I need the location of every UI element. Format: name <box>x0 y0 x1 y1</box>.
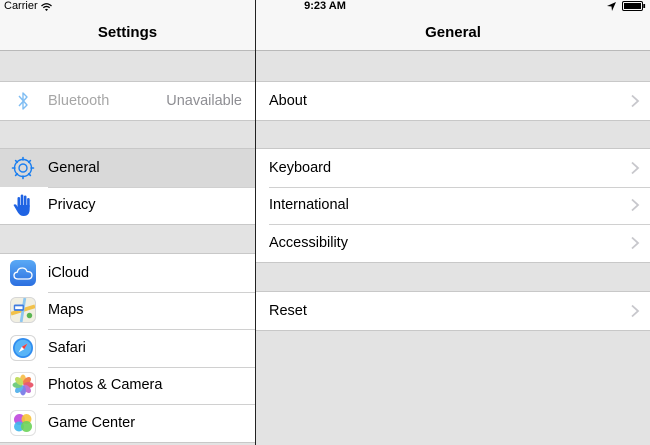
bluetooth-icon <box>10 88 36 114</box>
location-arrow-icon <box>607 1 616 11</box>
gear-icon <box>10 155 36 181</box>
safari-label: Safari <box>48 339 86 356</box>
settings-row-maps[interactable]: Maps <box>0 291 255 329</box>
battery-icon <box>622 1 646 11</box>
chevron-right-icon <box>631 94 640 107</box>
compass-icon <box>10 334 36 361</box>
carrier-label: Carrier <box>4 0 38 12</box>
general-group-input: Keyboard International Accessibility <box>256 148 650 263</box>
general-row-reset[interactable]: Reset <box>256 292 650 330</box>
split-divider <box>255 0 256 445</box>
settings-row-general[interactable]: General <box>0 149 255 187</box>
general-row-international[interactable]: International <box>256 186 650 224</box>
general-row-keyboard[interactable]: Keyboard <box>256 149 650 187</box>
status-bar: Carrier 9:23 AM <box>0 0 650 13</box>
hand-icon <box>10 192 36 218</box>
settings-row-privacy[interactable]: Privacy <box>0 186 255 224</box>
settings-row-safari[interactable]: Safari <box>0 329 255 367</box>
bluetooth-status: Unavailable <box>166 92 242 109</box>
detail-title: General <box>425 24 481 41</box>
bubbles-icon <box>10 409 36 436</box>
international-label: International <box>269 197 349 214</box>
game-center-label: Game Center <box>48 414 136 431</box>
general-group-reset: Reset <box>256 291 650 331</box>
chevron-right-icon <box>631 161 640 174</box>
settings-group-connectivity: Bluetooth Unavailable <box>0 81 255 121</box>
general-label: General <box>48 159 100 176</box>
status-time: 9:23 AM <box>304 0 346 12</box>
settings-group-general: General Privacy <box>0 148 255 225</box>
cloud-icon <box>10 259 36 286</box>
settings-row-game-center[interactable]: Game Center <box>0 404 255 442</box>
privacy-label: Privacy <box>48 197 96 214</box>
chevron-right-icon <box>631 236 640 249</box>
wifi-icon <box>40 2 52 11</box>
chevron-right-icon <box>631 199 640 212</box>
status-right <box>607 1 646 11</box>
reset-label: Reset <box>269 302 307 319</box>
general-detail-panel: General About Keyboard International Acc… <box>256 0 650 445</box>
about-label: About <box>269 92 307 109</box>
chevron-right-icon <box>631 304 640 317</box>
settings-group-apps: iCloud Maps Safari Photos & Camera Game … <box>0 253 255 443</box>
flower-icon <box>10 372 36 399</box>
settings-row-photos[interactable]: Photos & Camera <box>0 366 255 404</box>
status-left: Carrier <box>4 0 52 13</box>
icloud-label: iCloud <box>48 264 90 281</box>
settings-master-panel: Settings Bluetooth Unavailable General P… <box>0 0 255 445</box>
map-icon <box>10 297 36 324</box>
settings-row-bluetooth[interactable]: Bluetooth Unavailable <box>0 82 255 120</box>
settings-row-icloud[interactable]: iCloud <box>0 254 255 292</box>
master-title: Settings <box>97 24 158 41</box>
general-row-accessibility[interactable]: Accessibility <box>256 224 650 262</box>
general-group-about: About <box>256 81 650 121</box>
keyboard-label: Keyboard <box>269 159 332 176</box>
photos-camera-label: Photos & Camera <box>48 377 163 394</box>
maps-label: Maps <box>48 302 84 319</box>
bluetooth-label: Bluetooth <box>48 92 110 109</box>
general-row-about[interactable]: About <box>256 82 650 120</box>
accessibility-label: Accessibility <box>269 234 348 251</box>
